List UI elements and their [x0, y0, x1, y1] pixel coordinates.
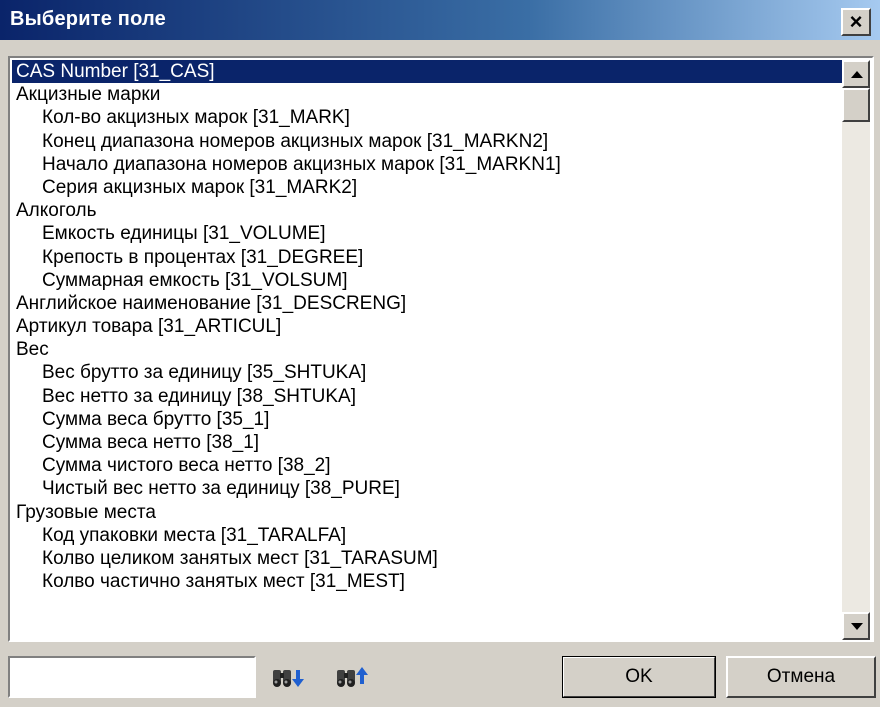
- ok-button[interactable]: OK: [562, 656, 716, 698]
- list-item[interactable]: Серия акцизных марок [31_MARK2]: [12, 176, 842, 199]
- vertical-scrollbar[interactable]: [842, 60, 870, 640]
- find-next-button[interactable]: [270, 664, 306, 692]
- select-field-dialog: Выберите поле × CAS Number [31_CAS] Акциз…: [0, 0, 880, 707]
- list-item[interactable]: Чистый вес нетто за единицу [38_PURE]: [12, 477, 842, 500]
- dialog-title: Выберите поле: [10, 8, 166, 30]
- list-group-item[interactable]: Английское наименование [31_DESCRENG]: [12, 292, 842, 315]
- title-bar[interactable]: Выберите поле ×: [0, 0, 880, 40]
- close-icon: ×: [849, 9, 863, 34]
- list-item[interactable]: Крепость в процентах [31_DEGREE]: [12, 246, 842, 269]
- find-previous-button[interactable]: [334, 664, 370, 692]
- field-listbox[interactable]: CAS Number [31_CAS] Акцизные марки Кол-во …: [8, 56, 874, 642]
- list-item[interactable]: Конец диапазона номеров акцизных марок […: [12, 130, 842, 153]
- scroll-thumb[interactable]: [842, 88, 870, 122]
- list-item[interactable]: Суммарная емкость [31_VOLSUM]: [12, 269, 842, 292]
- scroll-down-button[interactable]: [842, 612, 870, 640]
- list-item[interactable]: Емкость единицы [31_VOLUME]: [12, 222, 842, 245]
- list-group-item[interactable]: Артикул товара [31_ARTICUL]: [12, 315, 842, 338]
- search-input[interactable]: [8, 656, 256, 698]
- close-button[interactable]: ×: [841, 8, 871, 36]
- list-group-item[interactable]: Грузовые места: [12, 501, 842, 524]
- list-group-item[interactable]: Акцизные марки: [12, 83, 842, 106]
- list-group-item[interactable]: Алкоголь: [12, 199, 842, 222]
- list-item[interactable]: Кол-во акцизных марок [31_MARK]: [12, 106, 842, 129]
- field-list[interactable]: CAS Number [31_CAS] Акцизные марки Кол-во …: [12, 60, 842, 640]
- list-item[interactable]: Колво частично занятых мест [31_MEST]: [12, 570, 842, 593]
- list-item[interactable]: Код упаковки места [31_TARALFA]: [12, 524, 842, 547]
- list-group-item[interactable]: CAS Number [31_CAS]: [12, 60, 842, 84]
- list-item[interactable]: Вес брутто за единицу [35_SHTUKA]: [12, 361, 842, 384]
- arrow-up-icon: [851, 71, 863, 78]
- list-item[interactable]: Колво целиком занятых мест [31_TARASUM]: [12, 547, 842, 570]
- list-item[interactable]: Сумма веса нетто [38_1]: [12, 431, 842, 454]
- binoculars-up-icon: [337, 667, 368, 687]
- arrow-down-icon: [851, 623, 863, 630]
- binoculars-down-icon: [273, 670, 304, 687]
- scroll-up-button[interactable]: [842, 60, 870, 88]
- list-item[interactable]: Сумма чистого веса нетто [38_2]: [12, 454, 842, 477]
- list-group-item[interactable]: Вес: [12, 338, 842, 361]
- cancel-button[interactable]: Отмена: [726, 656, 876, 698]
- list-item[interactable]: Вес нетто за единицу [38_SHTUKA]: [12, 385, 842, 408]
- list-item[interactable]: Сумма веса брутто [35_1]: [12, 408, 842, 431]
- list-item[interactable]: Начало диапазона номеров акцизных марок …: [12, 153, 842, 176]
